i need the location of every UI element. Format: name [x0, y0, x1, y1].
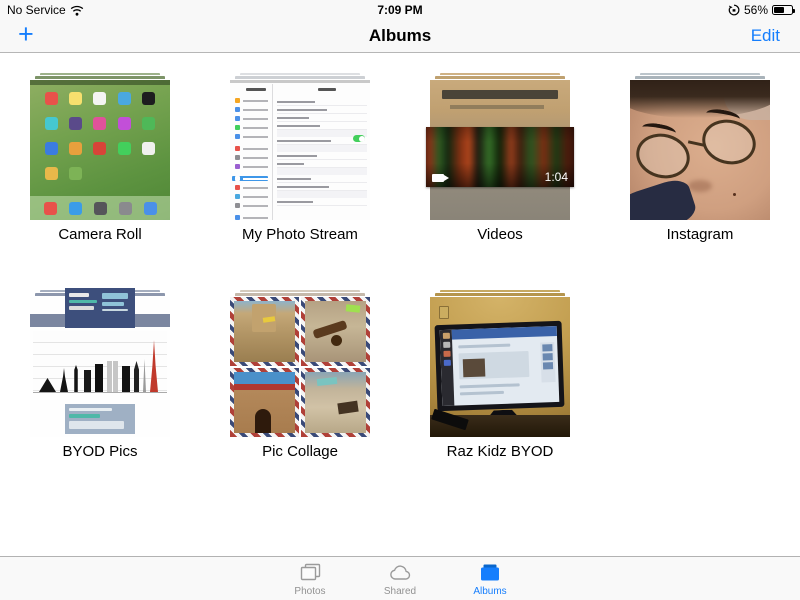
video-poster-frame: 1:04 — [426, 127, 574, 187]
home-screen-dock — [30, 196, 170, 220]
album-raz-kidz-byod[interactable]: Raz Kidz BYOD — [430, 290, 570, 460]
glasses-art — [631, 128, 694, 184]
infographic-title-art — [65, 288, 135, 328]
raz-kidz-byod-thumbnail — [430, 297, 570, 437]
building-height-chart-art — [33, 331, 167, 393]
album-pic-collage[interactable]: Pic Collage — [230, 290, 370, 460]
green-toggle-art — [353, 135, 365, 142]
album-camera-roll[interactable]: Camera Roll — [30, 73, 170, 243]
my-photo-stream-thumbnail — [230, 80, 370, 220]
shared-cloud-icon — [387, 561, 413, 585]
infographic-footer-art — [65, 404, 135, 434]
camera-roll-thumbnail — [30, 80, 170, 220]
home-screen-app-icons — [39, 92, 161, 180]
album-title: Raz Kidz BYOD — [447, 443, 554, 460]
album-instagram[interactable]: Instagram — [630, 73, 770, 243]
album-title: My Photo Stream — [242, 226, 358, 243]
battery-icon — [772, 5, 793, 15]
tab-photos[interactable]: Photos — [265, 557, 355, 600]
album-title: Pic Collage — [262, 443, 338, 460]
page-title: Albums — [0, 26, 800, 46]
album-title: Instagram — [667, 226, 734, 243]
video-duration: 1:04 — [545, 170, 568, 184]
tab-shared[interactable]: Shared — [355, 557, 445, 600]
tab-albums[interactable]: Albums — [445, 557, 535, 600]
tab-label: Albums — [473, 586, 506, 597]
byod-pics-thumbnail — [30, 297, 170, 437]
album-stack-edges — [430, 73, 570, 80]
status-bar: No Service 7:09 PM 56% — [0, 0, 800, 20]
videos-thumbnail: 1:04 — [430, 80, 570, 220]
album-title: Camera Roll — [58, 226, 141, 243]
instagram-thumbnail — [630, 80, 770, 220]
monitor-art — [435, 321, 565, 411]
album-stack-edges — [230, 290, 370, 297]
album-my-photo-stream[interactable]: My Photo Stream — [230, 73, 370, 243]
clock: 7:09 PM — [0, 3, 800, 17]
album-videos[interactable]: 1:04 Videos — [430, 73, 570, 243]
navigation-bar: + Albums Edit — [0, 20, 800, 53]
album-title: Videos — [477, 226, 523, 243]
albums-icon — [477, 561, 503, 585]
album-stack-edges — [30, 73, 170, 80]
photos-icon — [297, 561, 323, 585]
pic-collage-thumbnail — [230, 297, 370, 437]
album-grid: Camera Roll — [0, 54, 800, 460]
settings-sidebar-art — [235, 98, 268, 220]
album-stack-edges — [630, 73, 770, 80]
album-stack-edges — [430, 290, 570, 297]
tab-label: Shared — [384, 586, 416, 597]
video-camera-icon — [432, 174, 444, 182]
settings-detail-art — [277, 98, 367, 206]
tab-label: Photos — [294, 586, 325, 597]
tab-bar: Photos Shared Albums — [0, 556, 800, 600]
album-byod-pics[interactable]: BYOD Pics — [30, 290, 170, 460]
album-stack-edges — [230, 73, 370, 80]
album-title: BYOD Pics — [62, 443, 137, 460]
